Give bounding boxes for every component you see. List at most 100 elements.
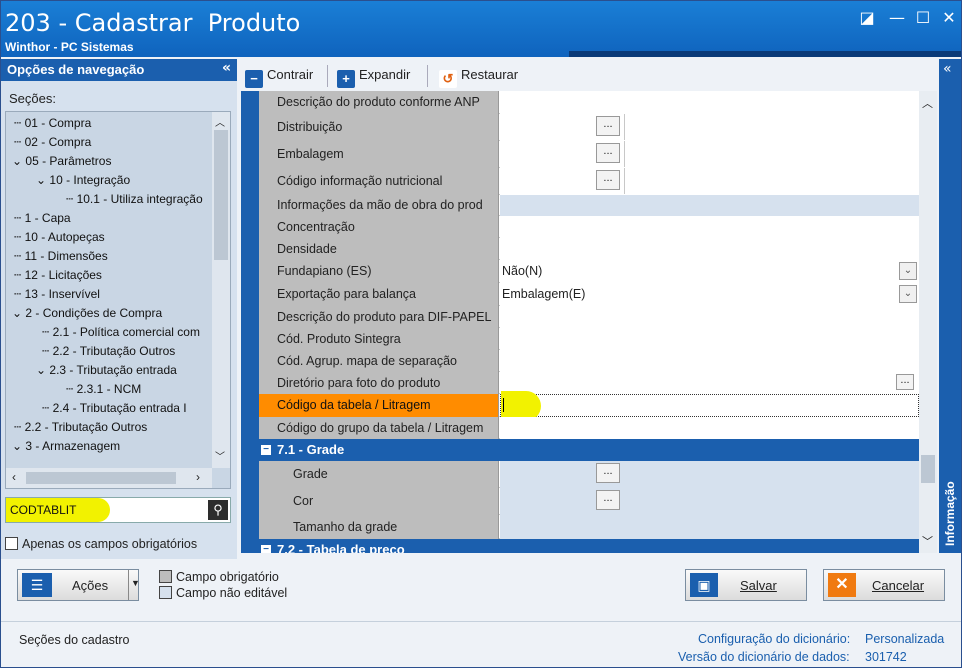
ellipsis-button[interactable]: ... [596, 463, 620, 483]
grid-row: Código informação nutricional... [259, 168, 919, 195]
field-value[interactable] [500, 91, 919, 114]
config-label: Configuração do dicionário: [698, 632, 851, 646]
field-value[interactable] [500, 328, 919, 350]
grid-row: Descrição do produto conforme ANP [259, 91, 919, 114]
tree-item[interactable]: ⌄ 05 - Parâmetros [12, 152, 111, 171]
expand-left-icon[interactable]: « [943, 61, 952, 77]
maximize-button[interactable]: ☐ [913, 9, 933, 27]
navigation-header: Opções de navegação « [1, 59, 237, 81]
info-tab-label: Informação [943, 481, 957, 546]
tree-item[interactable]: ┄ 2.1 - Política comercial com [42, 323, 200, 342]
chevron-up-icon: ︿ [922, 98, 933, 110]
tree-item[interactable]: ┄ 02 - Compra [14, 133, 91, 152]
tree-item[interactable]: ┄ 2.3.1 - NCM [66, 380, 141, 399]
ellipsis-button[interactable]: ... [596, 170, 620, 190]
tree-item[interactable]: ⌄ 2.3 - Tributação entrada [36, 361, 177, 380]
field-value[interactable] [500, 216, 919, 238]
highlighted-label: Código da tabela / Litragem [259, 394, 499, 417]
chevron-down-icon[interactable]: ⌄ [899, 262, 917, 280]
group-header-grade[interactable]: −7.1 - Grade [259, 439, 919, 461]
grid-row: Informações da mão de obra do prod [259, 195, 919, 216]
group-header-preco[interactable]: −7.2 - Tabela de preço [259, 539, 919, 553]
field-value[interactable]: ... [500, 461, 919, 488]
field-value[interactable]: ... [500, 372, 919, 394]
navigation-title: Opções de navegação [7, 62, 145, 77]
status-bar: Seções do cadastro Configuração do dicio… [1, 621, 961, 667]
grid-toolbar: − Contrair + Expandir ↺ Restaurar [239, 59, 939, 89]
tree-item[interactable]: ┄ 2.2 - Tributação Outros [42, 342, 175, 361]
text-cursor [503, 398, 504, 412]
exportacao-select[interactable]: Embalagem(E) ⌄ [500, 283, 919, 306]
grid-vertical-scrollbar[interactable]: ︿ ﹀ [919, 91, 937, 553]
chevron-up-icon: ︿ [215, 118, 225, 129]
close-button[interactable]: ✕ [939, 9, 959, 27]
field-value [500, 515, 919, 539]
only-required-checkbox[interactable]: Apenas os campos obrigatórios [5, 537, 197, 551]
config-value: Personalizada [865, 632, 945, 646]
grid-row-selected: Código da tabela / Litragem [259, 391, 919, 421]
cancel-button[interactable]: ✕ Cancelar [823, 569, 945, 601]
minimize-button[interactable]: — [887, 9, 907, 27]
tree-item[interactable]: ┄ 1 - Capa [14, 209, 71, 228]
field-value[interactable]: ... [500, 141, 919, 168]
chevron-down-icon: ⌄ [36, 363, 47, 377]
field-search-input[interactable]: CODTABLIT ⚲ [5, 497, 231, 523]
search-value: CODTABLIT [10, 503, 77, 517]
restore-icon: ↺ [439, 70, 457, 88]
grid-row: Diretório para foto do produto... [259, 372, 919, 394]
save-button[interactable]: ▣ Salvar [685, 569, 807, 601]
grid-row: Descrição do produto para DIF-PAPEL [259, 306, 919, 328]
tree-item[interactable]: ┄ 01 - Compra [14, 114, 91, 133]
tree-item[interactable]: ┄ 11 - Dimensões [14, 247, 108, 266]
field-value[interactable] [500, 350, 919, 372]
fundapiano-select[interactable]: Não(N) ⌄ [500, 260, 919, 283]
ellipsis-button[interactable]: ... [596, 490, 620, 510]
tree-item[interactable]: ┄ 10.1 - Utiliza integração [66, 190, 203, 209]
restaurar-button[interactable]: ↺ Restaurar [439, 67, 518, 88]
title-accent-bar [569, 51, 961, 57]
main-window: 203 - Cadastrar Produto Winthor - PC Sis… [0, 0, 962, 668]
restore-layout-icon[interactable]: ◪ [857, 9, 877, 27]
chevron-down-icon[interactable]: ⌄ [899, 285, 917, 303]
chevron-right-icon: › [196, 470, 200, 484]
tree-item[interactable]: ┄ 2.4 - Tributação entrada I [42, 399, 187, 418]
search-icon[interactable]: ⚲ [208, 500, 228, 520]
info-side-tab[interactable]: « [939, 59, 961, 553]
ellipsis-button[interactable]: ... [896, 374, 914, 390]
tree-item[interactable]: ┄ 10 - Autopeças [14, 228, 105, 247]
field-value[interactable]: ... [500, 168, 919, 195]
tree-item[interactable]: ┄ 13 - Inservível [14, 285, 100, 304]
field-value[interactable] [500, 417, 919, 439]
grid-row: Distribuição... [259, 114, 919, 141]
ellipsis-button[interactable]: ... [596, 116, 620, 136]
scroll-thumb[interactable] [26, 472, 176, 484]
grid-row: Fundapiano (ES) Não(N) ⌄ [259, 260, 919, 283]
tree-item[interactable]: ⌄ 2 - Condições de Compra [12, 304, 162, 323]
legend-required: Campo obrigatório [159, 570, 279, 584]
scroll-thumb[interactable] [214, 130, 228, 260]
acoes-button[interactable]: ☰ Ações ▼ [17, 569, 140, 601]
grid-row: Tamanho da grade [259, 515, 919, 539]
field-value[interactable] [500, 238, 919, 260]
tree-item[interactable]: ┄ 12 - Licitações [14, 266, 102, 285]
chevron-down-icon: ⌄ [12, 306, 23, 320]
scroll-thumb[interactable] [921, 455, 935, 483]
field-value[interactable]: ... [500, 488, 919, 515]
expandir-button[interactable]: + Expandir [337, 67, 410, 88]
collapse-left-icon[interactable]: « [222, 60, 231, 76]
tree-item[interactable]: ┄ 2.2 - Tributação Outros [14, 418, 147, 437]
tree-horizontal-scrollbar[interactable]: ‹ › [6, 468, 212, 488]
codigo-tabela-input[interactable] [500, 391, 919, 421]
floppy-icon: ▣ [690, 573, 718, 597]
tree-item[interactable]: ⌄ 10 - Integração [36, 171, 130, 190]
tree-vertical-scrollbar[interactable]: ︿ ﹀ [212, 112, 230, 468]
field-value[interactable]: ... [500, 114, 919, 141]
contrair-button[interactable]: − Contrair [245, 67, 313, 88]
grid-row: Código do grupo da tabela / Litragem [259, 417, 919, 439]
plus-icon: + [337, 70, 355, 88]
chevron-down-icon: ﹀ [215, 452, 225, 463]
ellipsis-button[interactable]: ... [596, 143, 620, 163]
tree-item[interactable]: ⌄ 3 - Armazenagem [12, 437, 120, 456]
field-value[interactable] [500, 306, 919, 328]
grid-side-bar [241, 91, 259, 553]
